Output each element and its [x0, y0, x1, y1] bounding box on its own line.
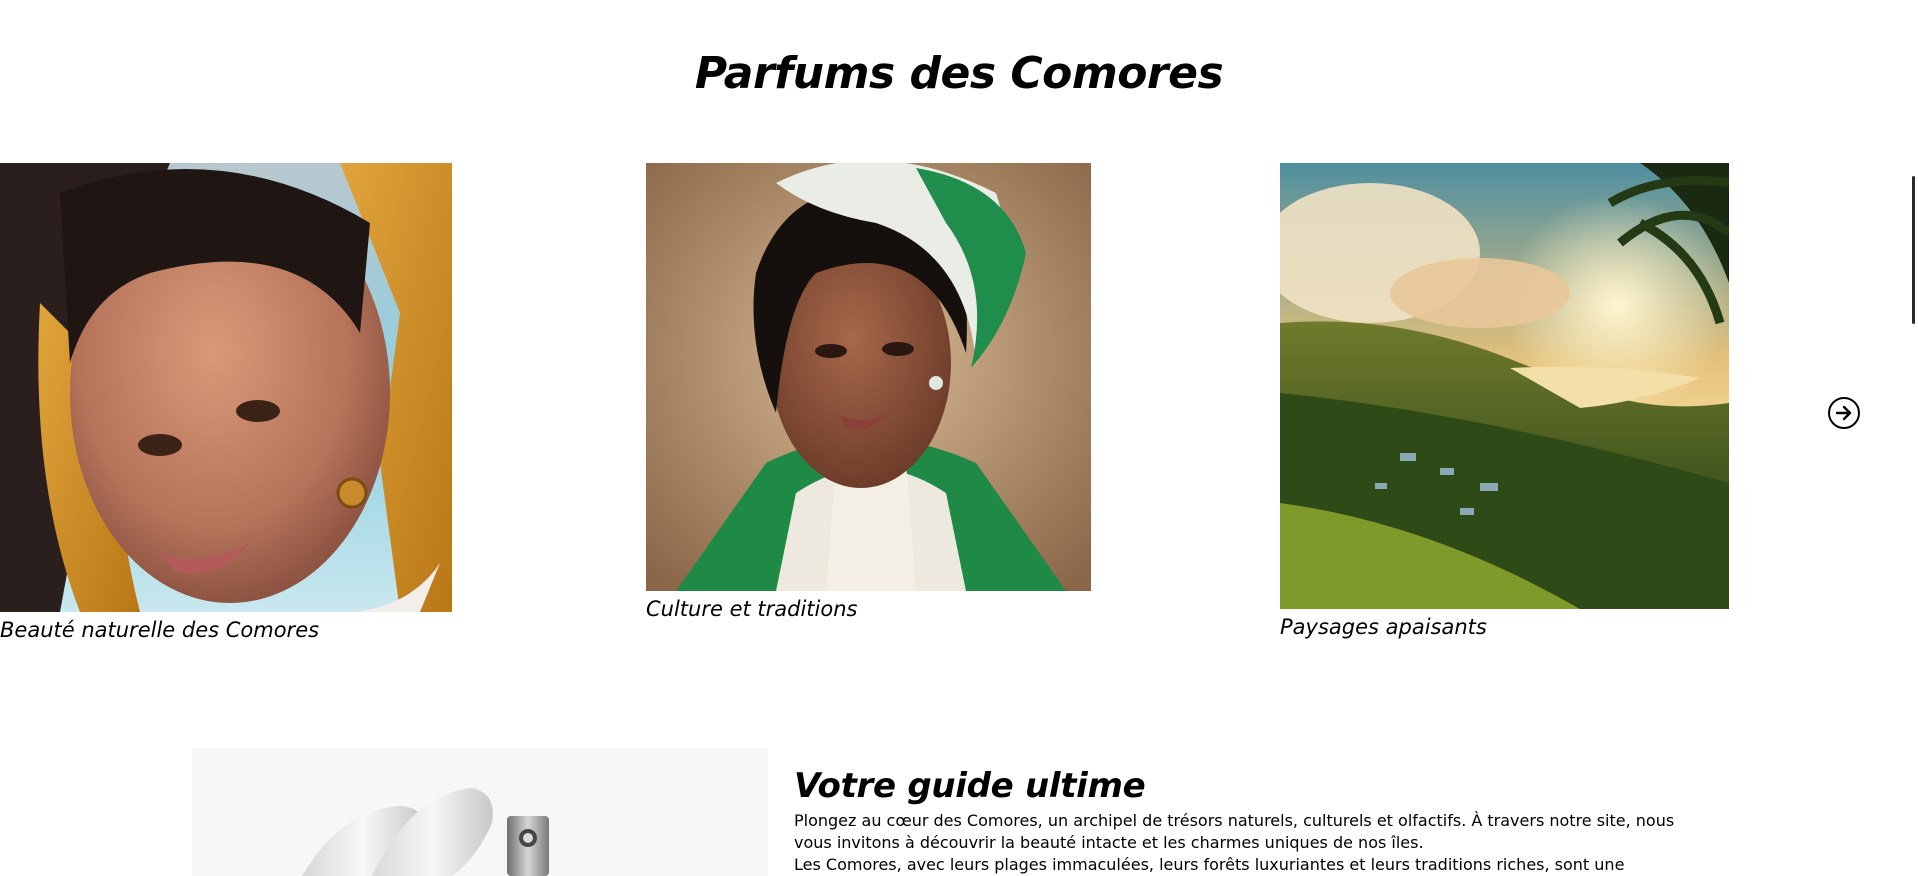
gallery-card-paysages[interactable]: Paysages apaisants [1280, 163, 1729, 641]
card-caption: Beauté naturelle des Comores [0, 618, 320, 642]
guide-section: Votre guide ultime Plongez au cœur des C… [794, 764, 1714, 876]
guide-title: Votre guide ultime [794, 766, 1146, 806]
section-title: Parfums des Comores [694, 48, 1224, 99]
tropical-landscape-image [1280, 163, 1729, 609]
arrow-right-circle-icon [1835, 405, 1852, 421]
card-caption: Paysages apaisants [1280, 615, 1487, 639]
gallery-card-culture[interactable]: Culture et traditions [646, 163, 1091, 623]
guide-paragraph: Les Comores, avec leurs plages immaculée… [794, 855, 1625, 874]
carousel-next-button[interactable] [1828, 397, 1860, 429]
card-caption: Culture et traditions [646, 597, 858, 621]
portrait-yellow-scarf-image [0, 163, 452, 612]
perfume-product-image [192, 748, 768, 876]
scrollbar-thumb[interactable] [1912, 176, 1915, 324]
guide-paragraph: Plongez au cœur des Comores, un archipel… [794, 811, 1675, 852]
gallery-card-beaute[interactable]: Beauté naturelle des Comores [0, 163, 452, 643]
portrait-green-headwrap-image [646, 163, 1091, 591]
